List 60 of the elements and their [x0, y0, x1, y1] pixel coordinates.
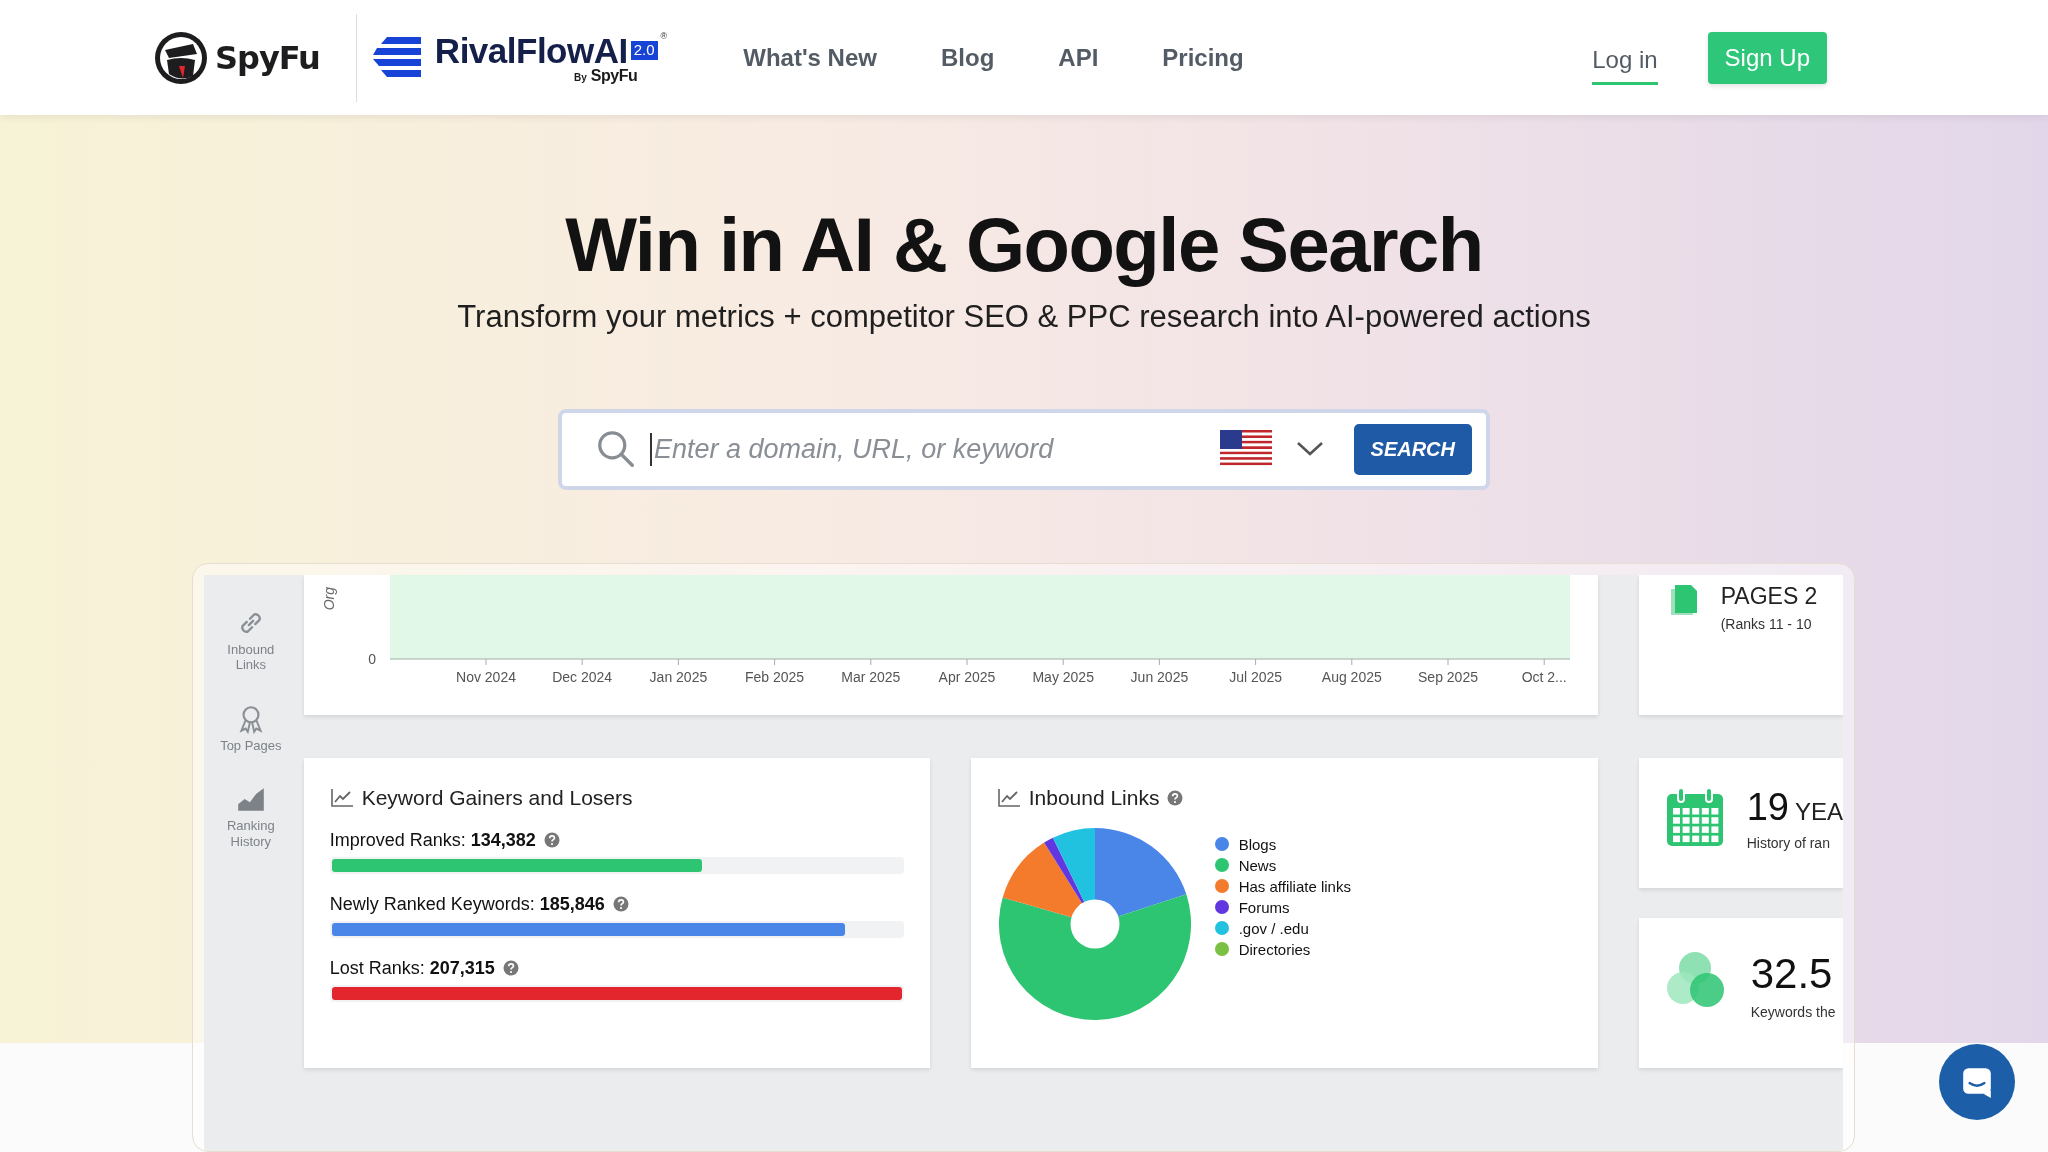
search-button[interactable]: SEARCH — [1353, 423, 1472, 475]
nav-link[interactable]: API — [1058, 43, 1099, 72]
y-axis-label: Org — [320, 586, 337, 610]
stat-caption: Keywords the — [1750, 1003, 1836, 1020]
x-tick-label: Sep 2025 — [1417, 668, 1478, 685]
y-tick-label: 0 — [367, 650, 376, 667]
metric-label: Newly Ranked Keywords: 185,846 — [329, 893, 605, 915]
line-chart-icon — [996, 787, 1021, 808]
x-tick-label: Apr 2025 — [938, 668, 996, 685]
stat-unit: YEA — [1794, 797, 1843, 826]
metric-label: Improved Ranks: 134,382 — [329, 829, 536, 851]
document-icon — [1668, 582, 1699, 617]
legend-label: Forums — [1238, 898, 1290, 916]
by-label: By — [574, 71, 587, 83]
stat-value: 19 — [1746, 785, 1789, 829]
help-icon[interactable] — [612, 896, 629, 913]
card-title: Keyword Gainers and Losers — [361, 785, 633, 810]
x-tick-label: Aug 2025 — [1321, 668, 1382, 685]
chat-icon — [1960, 1065, 1994, 1099]
login-link[interactable]: Log in — [1592, 42, 1658, 85]
chevron-down-icon[interactable] — [1295, 441, 1324, 458]
x-tick-label: May 2025 — [1032, 668, 1094, 685]
donut-hole — [1070, 899, 1120, 949]
x-tick-label: Feb 2025 — [744, 668, 804, 685]
legend-label: Directories — [1238, 940, 1311, 958]
registered-mark: ® — [660, 30, 668, 41]
nav-link[interactable]: Pricing — [1162, 43, 1244, 72]
nav-link[interactable]: Blog — [940, 43, 995, 72]
x-tick-label: Jun 2025 — [1130, 668, 1188, 685]
stat-caption: (Ranks 11 - 10 — [1720, 615, 1813, 632]
search-field[interactable]: Enter a domain, URL, or keyword SEARCH — [558, 409, 1490, 490]
x-tick-label: Mar 2025 — [840, 668, 901, 685]
sidebar-item[interactable]: Ranking History — [210, 783, 291, 850]
legend-label: Blogs — [1238, 835, 1277, 853]
card-title: Inbound Links — [1028, 785, 1160, 810]
help-icon[interactable] — [502, 960, 519, 977]
x-tick-label: Nov 2024 — [455, 668, 516, 685]
metric-label: Lost Ranks: 207,315 — [329, 957, 495, 979]
x-tick-label: Dec 2024 — [551, 668, 612, 685]
sidebar-item[interactable]: Top Pages — [210, 702, 291, 754]
us-flag-icon[interactable] — [1219, 430, 1272, 469]
x-tick-label: Jan 2025 — [649, 668, 707, 685]
hero-subtitle: Transform your metrics + competitor SEO & PPC research into AI-powered actions — [457, 299, 1591, 335]
stat-title: PAGES 2 — [1720, 582, 1818, 610]
line-chart-icon — [329, 787, 354, 808]
legend-label: News — [1238, 856, 1277, 874]
help-icon[interactable] — [1167, 789, 1184, 806]
stat-value: 32.5 — [1750, 949, 1833, 998]
by-brand-label: SpyFu — [590, 66, 638, 85]
spy-logo-icon — [153, 29, 209, 86]
legend-label: .gov / .edu — [1238, 919, 1309, 937]
nav-link[interactable]: What's New — [743, 43, 877, 72]
search-icon — [596, 429, 636, 470]
x-tick-label: Jul 2025 — [1228, 668, 1282, 685]
help-icon[interactable] — [543, 832, 560, 849]
x-tick-label: Oct 2... — [1521, 668, 1567, 685]
stat-caption: History of ran — [1746, 834, 1831, 851]
logo-wordmark[interactable]: SpyFu — [215, 38, 320, 77]
legend-label: Has affiliate links — [1238, 877, 1351, 895]
version-badge: 2.0 — [630, 41, 658, 60]
